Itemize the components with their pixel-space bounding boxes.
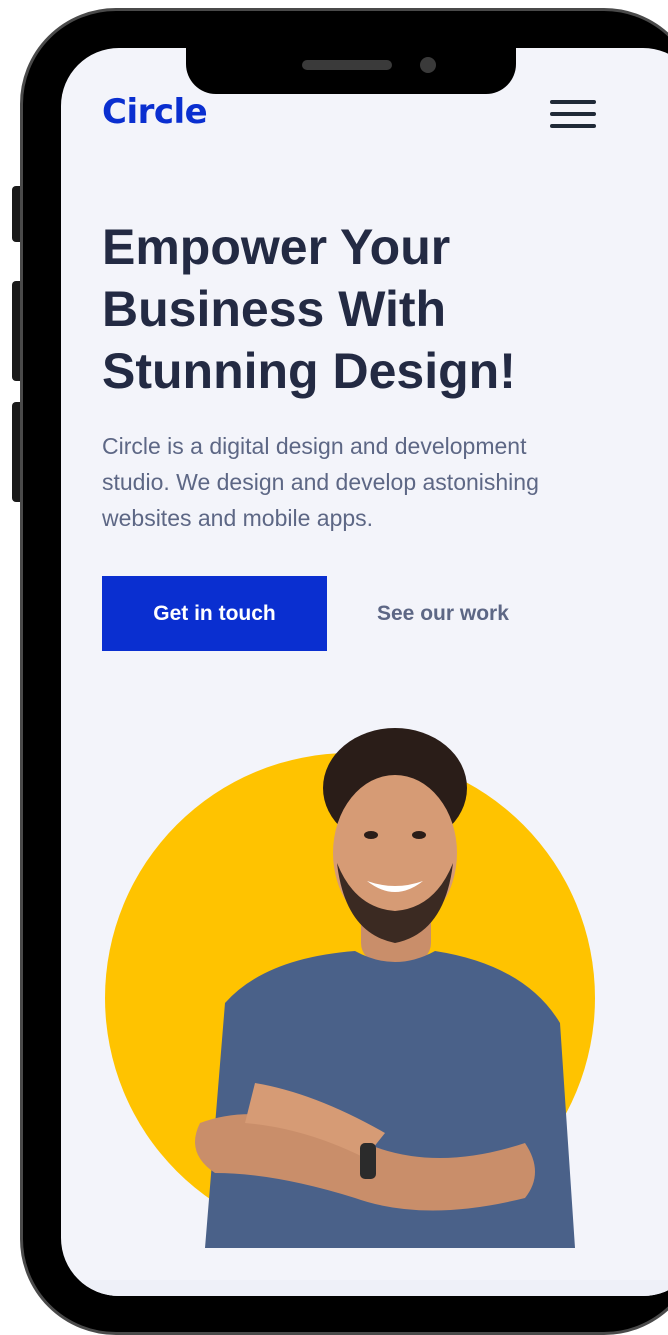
hero-description: Circle is a digital design and developme… <box>102 433 539 531</box>
see-our-work-link[interactable]: See our work <box>377 576 537 651</box>
next-section-edge <box>61 1280 668 1296</box>
phone-screen: Circle Empower Your Business With Stunni… <box>61 48 668 1296</box>
hero-headline: Empower Your Business With Stunning Desi… <box>102 219 516 399</box>
brand-logo[interactable]: Circle <box>102 92 208 132</box>
menu-line <box>550 124 596 128</box>
menu-line <box>550 100 596 104</box>
menu-line <box>550 112 596 116</box>
get-in-touch-button[interactable]: Get in touch <box>102 576 327 651</box>
hamburger-menu-icon[interactable] <box>550 100 598 132</box>
speaker-grille <box>302 60 392 70</box>
eye-shape <box>364 831 378 839</box>
front-camera <box>420 57 436 73</box>
wristwatch-shape <box>360 1143 376 1179</box>
phone-mockup: Circle Empower Your Business With Stunni… <box>0 0 668 1335</box>
eye-shape <box>412 831 426 839</box>
smiling-man-arms-crossed-photo <box>195 728 575 1248</box>
